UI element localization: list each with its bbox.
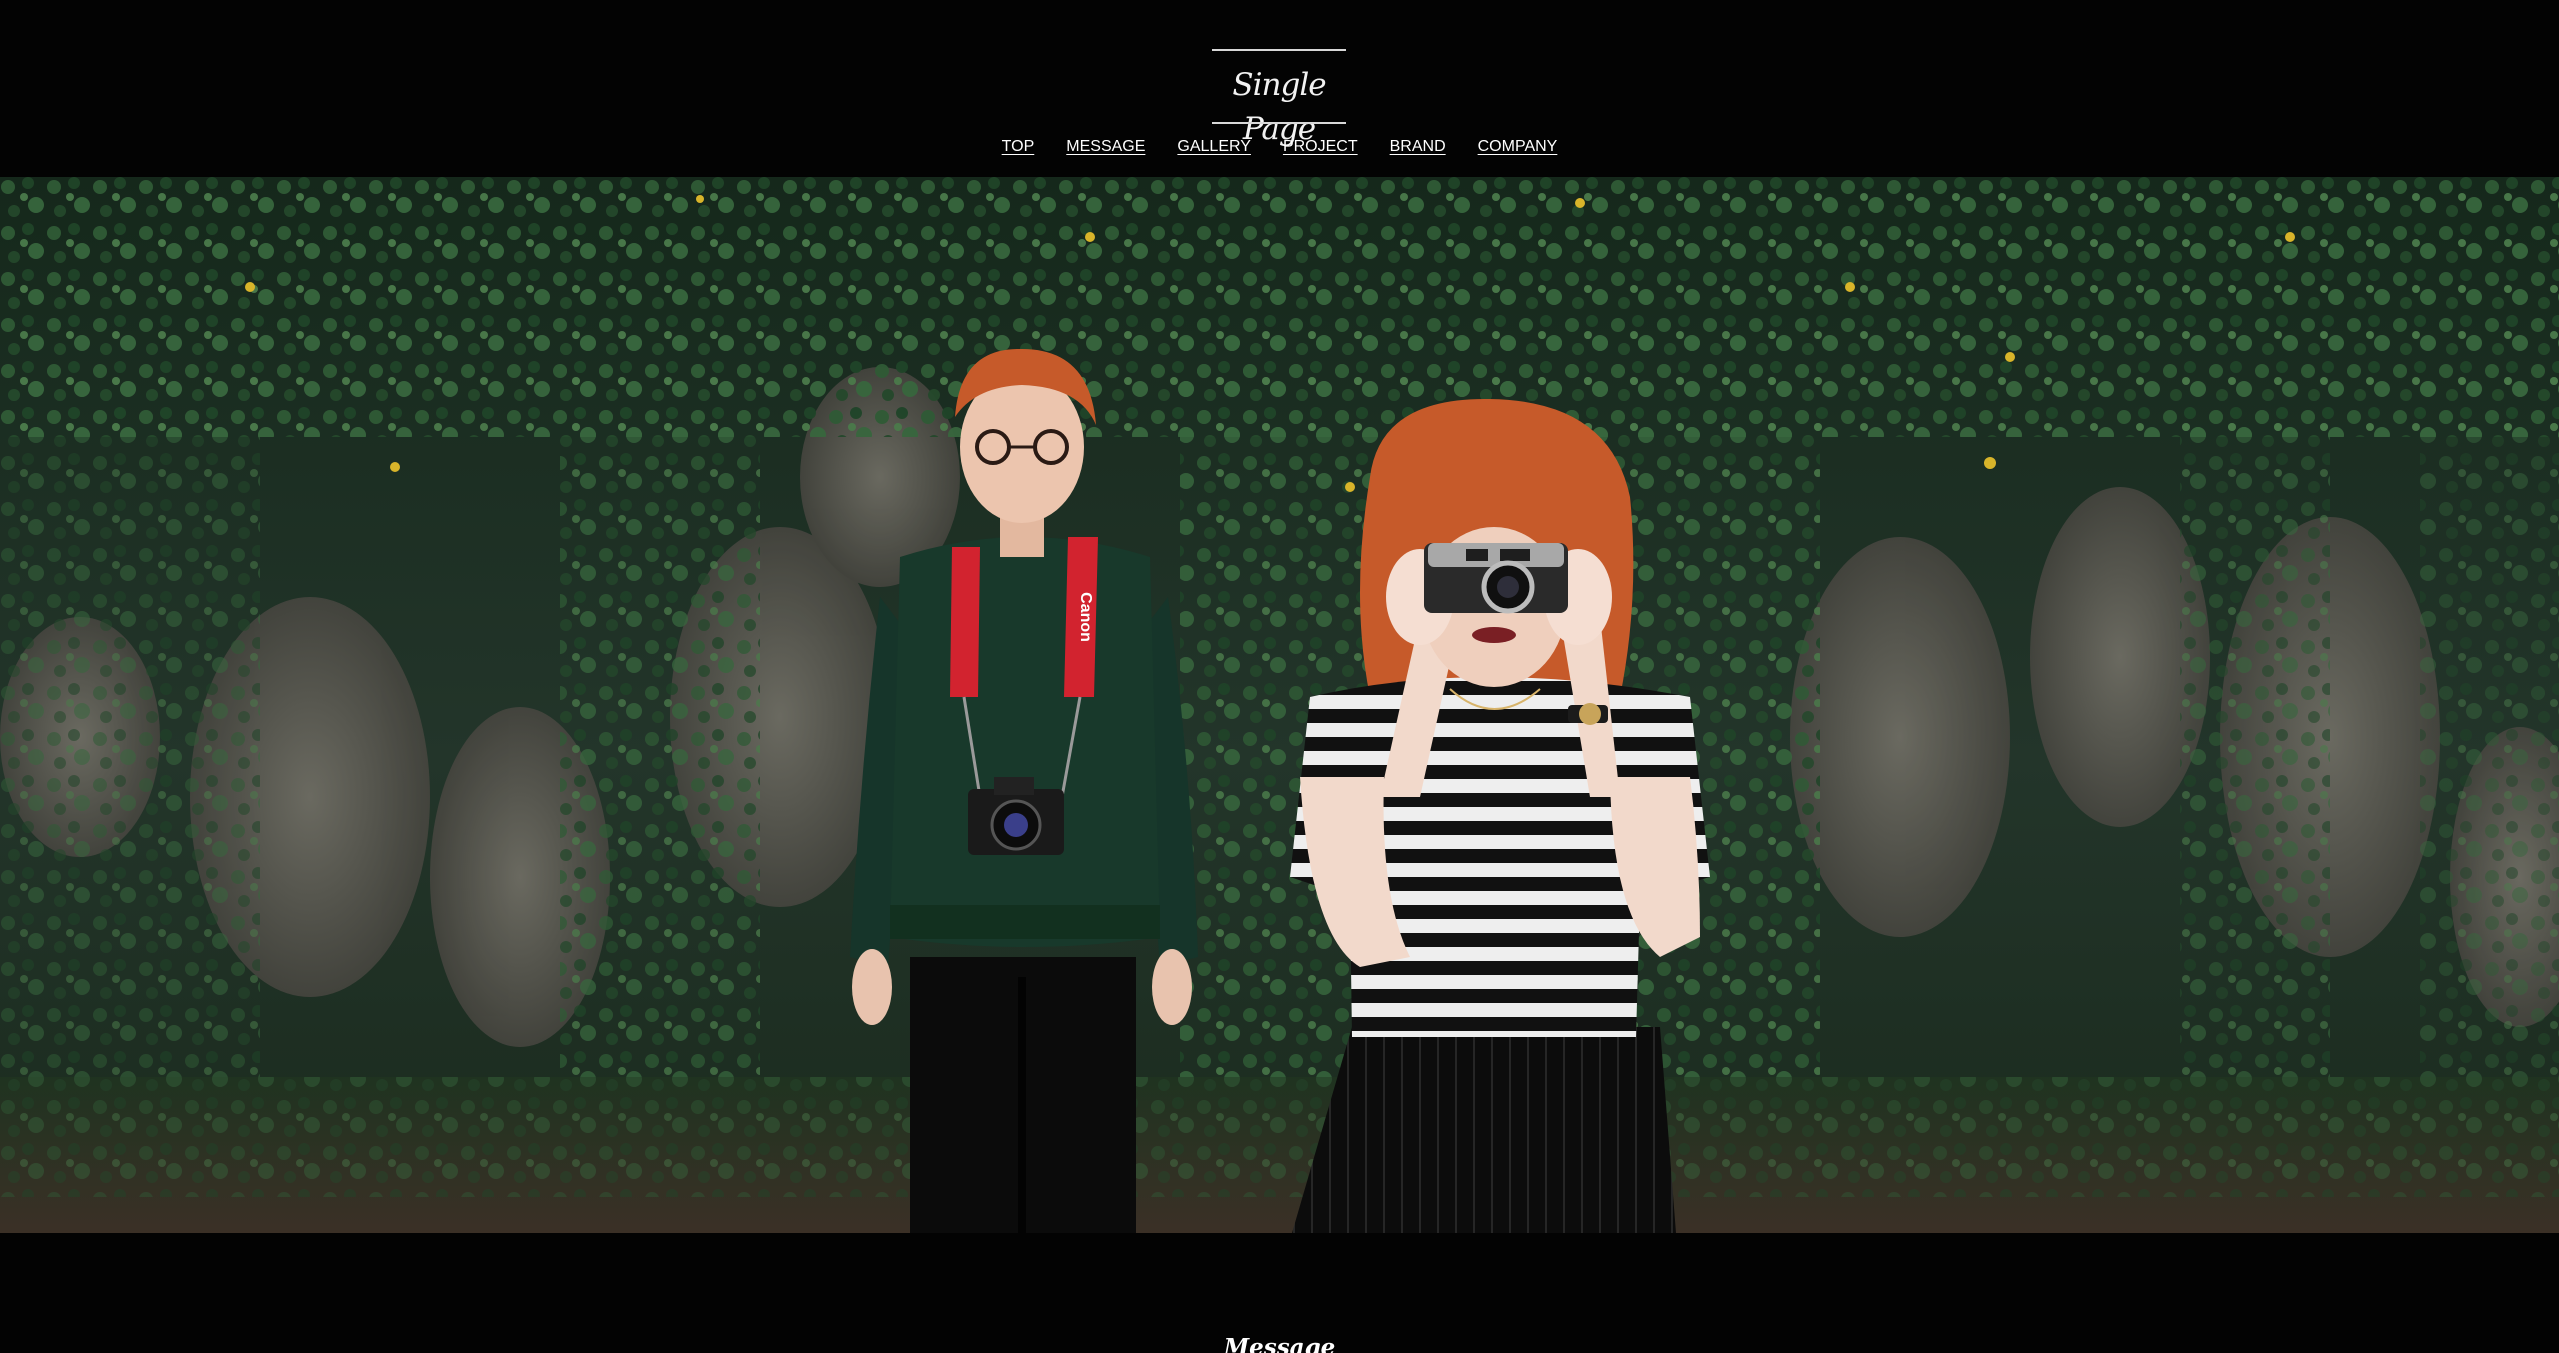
camera-strap-text: Canon xyxy=(1077,592,1094,642)
ivy-right-edge xyxy=(2420,377,2559,1137)
logo-top-rule xyxy=(1212,49,1346,51)
nav-link-top[interactable]: TOP xyxy=(1002,135,1035,159)
site-header: Single Page TOP MESSAGE GALLERY PROJECT … xyxy=(0,0,2559,177)
logo-bottom-rule xyxy=(1212,122,1346,124)
section-title-message: Message xyxy=(1223,1334,1336,1353)
ivy-left xyxy=(0,377,260,1177)
ivy-mid-left xyxy=(560,337,760,1097)
nav-link-gallery[interactable]: GALLERY xyxy=(1177,135,1251,159)
nav-link-message[interactable]: MESSAGE xyxy=(1066,135,1145,159)
nav-link-brand[interactable]: BRAND xyxy=(1390,135,1446,159)
nav-link-project[interactable]: PROJECT xyxy=(1283,135,1358,159)
ivy-right xyxy=(2180,397,2330,1157)
hero-photo: Canon xyxy=(0,177,2559,1233)
main-nav: TOP MESSAGE GALLERY PROJECT BRAND COMPAN… xyxy=(0,135,2559,159)
hero-image: Canon xyxy=(0,177,2559,1233)
nav-link-company[interactable]: COMPANY xyxy=(1478,135,1558,159)
site-logo[interactable]: Single Page xyxy=(1212,49,1346,147)
